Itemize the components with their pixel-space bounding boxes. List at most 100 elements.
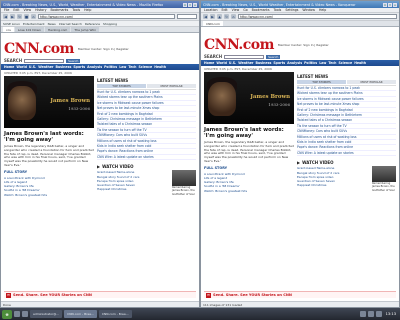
nav-item[interactable]: U.S. bbox=[229, 61, 236, 65]
maximize-button[interactable]: □ bbox=[388, 2, 392, 7]
member-center[interactable]: Member Center: Sign In | Register bbox=[78, 47, 129, 51]
full-story-link[interactable]: FULL STORY bbox=[4, 170, 94, 174]
menu-history[interactable]: History bbox=[35, 8, 46, 12]
taskbar-item-terminal[interactable]: administrator@... bbox=[30, 310, 63, 318]
hero-image[interactable]: James Brown 1933-2006 bbox=[4, 76, 94, 128]
bookmark-item[interactable]: Internet Search bbox=[59, 22, 82, 26]
site-search-button[interactable]: Search bbox=[266, 54, 281, 59]
headline[interactable]: James Brown's last words: 'I'm going awa… bbox=[4, 131, 94, 143]
firefox-titlebar[interactable]: CNN.com - Breaking News, U.S., World, We… bbox=[1, 1, 199, 8]
bookmark-item[interactable]: SUSE Linux bbox=[3, 22, 20, 26]
nav-item[interactable]: Law bbox=[319, 61, 326, 65]
back-icon[interactable]: ◀ bbox=[203, 14, 208, 19]
nav-item[interactable]: Weather bbox=[238, 61, 253, 65]
taskbar-item-firefox[interactable]: CNN.com - Brea... bbox=[64, 310, 97, 318]
tab-cnn[interactable]: CNN.com bbox=[203, 21, 223, 26]
desktop-icon[interactable] bbox=[14, 311, 20, 317]
site-search-input[interactable] bbox=[224, 54, 265, 59]
menu-bookmarks[interactable]: Bookmarks bbox=[50, 8, 68, 12]
menu-go[interactable]: Go bbox=[243, 8, 247, 12]
terminal-icon[interactable] bbox=[22, 311, 28, 317]
nav-item[interactable]: Tech bbox=[328, 61, 336, 65]
site-search-button[interactable]: Search bbox=[66, 58, 81, 63]
nav-item[interactable]: Politics bbox=[304, 61, 317, 65]
bookmark-item[interactable]: Shopping bbox=[103, 22, 117, 26]
tab-top-stories[interactable]: TOP STORIES bbox=[97, 84, 146, 88]
full-story-link[interactable]: FULL STORY bbox=[204, 166, 294, 170]
maximize-button[interactable]: □ bbox=[188, 2, 192, 7]
address-bar[interactable]: http://www.cnn.com/ bbox=[38, 14, 175, 19]
news-link[interactable]: CNN Wire: A latest update on stories bbox=[97, 155, 196, 161]
nav-item[interactable]: Science bbox=[138, 65, 152, 69]
site-search-input[interactable] bbox=[24, 58, 65, 63]
nav-item[interactable]: Home bbox=[4, 65, 14, 69]
menu-window[interactable]: Window bbox=[302, 8, 315, 12]
clock[interactable]: 13:13 bbox=[384, 312, 398, 316]
search-field[interactable] bbox=[177, 14, 197, 19]
nav-item[interactable]: Business bbox=[255, 61, 271, 65]
konqueror-titlebar[interactable]: CNN.com - Breaking News, U.S., World Wea… bbox=[201, 1, 399, 8]
news-link[interactable]: CNN Wire: A latest update on stories bbox=[297, 151, 396, 157]
volume-icon[interactable] bbox=[367, 311, 374, 317]
close-button[interactable]: × bbox=[393, 2, 397, 7]
tab-ccs[interactable]: ccs bbox=[3, 27, 14, 32]
cnn-logo[interactable]: CNN.com bbox=[4, 41, 74, 57]
ireport-banner[interactable]: ✉ Send. Share. See YOUR Stories on CNN bbox=[204, 291, 396, 298]
tab-top-stories[interactable]: TOP STORIES bbox=[297, 80, 346, 84]
video-thumbnail[interactable] bbox=[172, 170, 196, 187]
menu-file[interactable]: File bbox=[4, 8, 9, 12]
tab-lose[interactable]: Lose 101 Down bbox=[14, 27, 44, 32]
reload-icon[interactable]: ↻ bbox=[224, 14, 229, 19]
menu-bookmarks[interactable]: Bookmarks bbox=[252, 8, 270, 12]
video-thumbnail[interactable] bbox=[372, 166, 396, 183]
home-icon[interactable]: ⌂ bbox=[231, 14, 236, 19]
up-icon[interactable]: ▲ bbox=[217, 14, 222, 19]
tab-most-popular[interactable]: MOST POPULAR bbox=[347, 80, 396, 84]
home-icon[interactable]: ⌂ bbox=[31, 14, 36, 19]
menu-help[interactable]: Help bbox=[84, 8, 91, 12]
tab-hacking[interactable]: Hacking.com bbox=[44, 27, 71, 32]
menu-view[interactable]: View bbox=[232, 8, 240, 12]
nav-item[interactable]: Law bbox=[119, 65, 126, 69]
nav-item[interactable]: Analysis bbox=[87, 65, 102, 69]
close-button[interactable]: × bbox=[193, 2, 197, 7]
nav-item[interactable]: Sports bbox=[273, 61, 285, 65]
video-link[interactable]: Happiest Christmas bbox=[297, 183, 370, 187]
hero-image[interactable]: James Brown 1933-2006 bbox=[204, 72, 294, 124]
menu-location[interactable]: Location bbox=[204, 8, 217, 12]
tab-wiki[interactable]: The Jump Wiki bbox=[71, 27, 99, 32]
nav-item[interactable]: Tech bbox=[128, 65, 136, 69]
ireport-banner[interactable]: ✉ Send. Share. See YOUR Stories on CNN bbox=[4, 291, 196, 298]
nav-item[interactable]: World bbox=[216, 61, 227, 65]
minimize-button[interactable]: – bbox=[183, 2, 187, 7]
reload-icon[interactable]: ↻ bbox=[17, 14, 22, 19]
nav-item[interactable]: Health bbox=[154, 65, 166, 69]
bookmark-item[interactable]: Entertainment bbox=[23, 22, 45, 26]
bookmark-item[interactable]: News bbox=[48, 22, 56, 26]
forward-icon[interactable]: ▶ bbox=[210, 14, 215, 19]
related-link[interactable]: Watch: Brown's greatest hits bbox=[4, 193, 94, 197]
nav-item[interactable]: U.S. bbox=[29, 65, 36, 69]
nav-item[interactable]: Health bbox=[354, 61, 366, 65]
forward-icon[interactable]: ▶ bbox=[10, 14, 15, 19]
tab-most-popular[interactable]: MOST POPULAR bbox=[147, 84, 196, 88]
menu-tools[interactable]: Tools bbox=[273, 8, 281, 12]
start-menu-button[interactable]: ❀ bbox=[2, 309, 12, 319]
member-center[interactable]: Member Center: Sign In | Register bbox=[278, 43, 329, 47]
taskbar-item-konqueror[interactable]: CNN.com - Brea... bbox=[98, 310, 132, 318]
nav-item[interactable]: Science bbox=[338, 61, 352, 65]
menu-help[interactable]: Help bbox=[319, 8, 326, 12]
stop-icon[interactable]: ■ bbox=[24, 14, 29, 19]
nav-item[interactable]: Home bbox=[204, 61, 214, 65]
minimize-button[interactable]: – bbox=[383, 2, 387, 7]
address-bar[interactable]: http://www.cnn.com/ bbox=[238, 14, 397, 19]
nav-item[interactable]: Weather bbox=[38, 65, 53, 69]
menu-view[interactable]: View bbox=[24, 8, 32, 12]
video-link[interactable]: Happiest Christmas bbox=[97, 187, 170, 191]
cnn-logo[interactable]: CNN.com bbox=[204, 37, 274, 53]
nav-item[interactable]: Analysis bbox=[287, 61, 302, 65]
bookmark-item[interactable]: Reference bbox=[85, 22, 100, 26]
nav-item[interactable]: Politics bbox=[104, 65, 117, 69]
back-icon[interactable]: ◀ bbox=[3, 14, 8, 19]
related-link[interactable]: Watch: Brown's greatest hits bbox=[204, 189, 294, 193]
